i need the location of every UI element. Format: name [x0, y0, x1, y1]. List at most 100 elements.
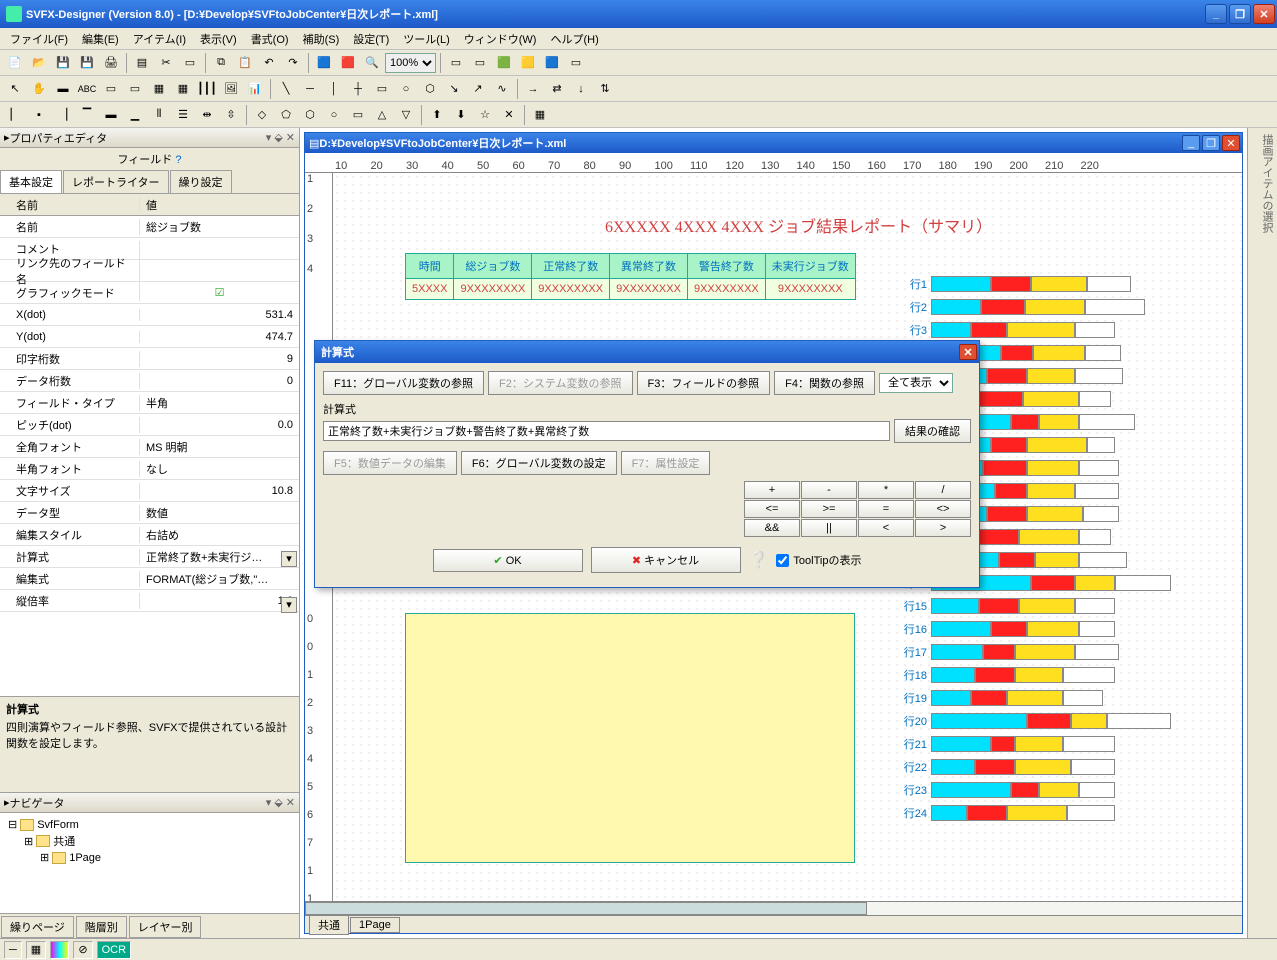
calc-button[interactable]: >=: [801, 500, 857, 518]
data-table[interactable]: 時間総ジョブ数正常終了数異常終了数警告終了数未実行ジョブ数5XXXX9XXXXX…: [405, 253, 856, 300]
prop-value[interactable]: 531.4: [140, 309, 299, 321]
doc4-icon[interactable]: 🟨: [517, 52, 539, 74]
barcode-icon[interactable]: ┃┃┃: [196, 78, 218, 100]
prop-value[interactable]: 正常終了数+未実行ジ…▾: [140, 549, 299, 565]
calc-button[interactable]: *: [858, 481, 914, 499]
menu-item[interactable]: ヘルプ(H): [544, 29, 604, 49]
prop-value[interactable]: 10.8: [140, 485, 299, 497]
prop-value[interactable]: MS 明朝: [140, 439, 299, 455]
vline-icon[interactable]: │: [323, 78, 345, 100]
tooltip-checkbox[interactable]: ToolTipの表示: [776, 552, 861, 568]
prop-value[interactable]: 1.0▾: [140, 595, 299, 607]
doc2-icon[interactable]: ▭: [469, 52, 491, 74]
palette-icon[interactable]: 🟦: [313, 52, 335, 74]
saveas-icon[interactable]: 💾: [76, 52, 98, 74]
arrowud-icon[interactable]: ⇅: [594, 78, 616, 100]
cross-icon[interactable]: ┼: [347, 78, 369, 100]
dialog-close-button[interactable]: ✕: [959, 344, 977, 360]
menu-item[interactable]: ファイル(F): [4, 29, 74, 49]
undo-icon[interactable]: ↶: [258, 52, 280, 74]
prop-value[interactable]: 総ジョブ数: [140, 219, 299, 235]
nav-tab[interactable]: 階層別: [76, 916, 127, 938]
shape3-icon[interactable]: ⬡: [299, 104, 321, 126]
prop-value[interactable]: 9: [140, 353, 299, 365]
cut-icon[interactable]: ✂: [155, 52, 177, 74]
x-icon[interactable]: ✕: [498, 104, 520, 126]
menu-item[interactable]: 編集(E): [76, 29, 125, 49]
shape1-icon[interactable]: ◇: [251, 104, 273, 126]
dist-h-icon[interactable]: ⫴: [148, 104, 170, 126]
expr-input[interactable]: [323, 421, 890, 441]
prop-value[interactable]: 0.0: [140, 419, 299, 431]
ok-button[interactable]: ✔ OK: [433, 549, 583, 572]
tree-node[interactable]: ⊞ 共通: [4, 832, 295, 850]
menu-item[interactable]: 補助(S): [297, 29, 346, 49]
menu-item[interactable]: 設定(T): [347, 29, 395, 49]
field-icon[interactable]: ▭: [100, 78, 122, 100]
doc-min-button[interactable]: _: [1182, 135, 1200, 151]
image-icon[interactable]: 🖼: [220, 78, 242, 100]
prop-value[interactable]: なし: [140, 461, 299, 477]
dist-v-icon[interactable]: ☰: [172, 104, 194, 126]
calc-button[interactable]: &&: [744, 519, 800, 537]
doc-tab[interactable]: 共通: [309, 915, 349, 935]
select-icon[interactable]: ↖: [4, 78, 26, 100]
maximize-button[interactable]: ❐: [1229, 4, 1251, 24]
shape2-icon[interactable]: ⬠: [275, 104, 297, 126]
cancel-button[interactable]: ✖ キャンセル: [591, 547, 741, 573]
hline-icon[interactable]: ─: [299, 78, 321, 100]
save-icon[interactable]: 💾: [52, 52, 74, 74]
rect-icon[interactable]: ▭: [124, 78, 146, 100]
samev-icon[interactable]: ⇳: [220, 104, 242, 126]
color-icon[interactable]: 🟥: [337, 52, 359, 74]
pane-close-icon[interactable]: ✕: [286, 132, 295, 144]
calc-button[interactable]: <: [858, 519, 914, 537]
nav-tab[interactable]: 繰りページ: [1, 916, 74, 938]
dlg-button[interactable]: F6：グローバル変数の設定: [461, 451, 617, 475]
shape7-icon[interactable]: ▽: [395, 104, 417, 126]
chart-icon[interactable]: 📊: [244, 78, 266, 100]
calc-button[interactable]: ||: [801, 519, 857, 537]
hand-icon[interactable]: ✋: [28, 78, 50, 100]
front-icon[interactable]: ⬆: [426, 104, 448, 126]
circle-icon[interactable]: ○: [395, 78, 417, 100]
menu-item[interactable]: ウィンドウ(W): [458, 29, 543, 49]
help-icon[interactable]: ❔: [749, 550, 769, 570]
calc-button[interactable]: >: [915, 519, 971, 537]
open-icon[interactable]: 📂: [28, 52, 50, 74]
misc-icon[interactable]: ▦: [529, 104, 551, 126]
doc3-icon[interactable]: 🟩: [493, 52, 515, 74]
arrow2-icon[interactable]: ↗: [467, 78, 489, 100]
prop-value[interactable]: 474.7: [140, 331, 299, 343]
nav-close-icon[interactable]: ✕: [286, 797, 295, 809]
doc-tab[interactable]: 1Page: [350, 917, 400, 933]
calc-button[interactable]: -: [801, 481, 857, 499]
text-icon[interactable]: ABC: [76, 78, 98, 100]
prop-tab[interactable]: レポートライター: [63, 170, 169, 193]
print-icon[interactable]: 🖨: [100, 52, 122, 74]
side-panel[interactable]: 描画アイテムの選択: [1247, 128, 1277, 938]
nav-pin-icon[interactable]: ⬙: [274, 797, 282, 809]
prop-value[interactable]: 右詰め: [140, 527, 299, 543]
calc-button[interactable]: +: [744, 481, 800, 499]
prop-tab[interactable]: 繰り設定: [170, 170, 232, 193]
hex-icon[interactable]: ⬡: [419, 78, 441, 100]
arrowr-icon[interactable]: →: [522, 78, 544, 100]
arrowl-icon[interactable]: ⇄: [546, 78, 568, 100]
align-b-icon[interactable]: ▁: [124, 104, 146, 126]
align-t-icon[interactable]: ▔: [76, 104, 98, 126]
zoom-icon[interactable]: 🔍: [361, 52, 383, 74]
pane-pin-icon[interactable]: ⬙: [274, 132, 282, 144]
arrowd-icon[interactable]: ↓: [570, 78, 592, 100]
sameh-icon[interactable]: ⇹: [196, 104, 218, 126]
shape6-icon[interactable]: △: [371, 104, 393, 126]
dlg-button[interactable]: F11：グローバル変数の参照: [323, 371, 484, 395]
filter-select[interactable]: 全て表示: [879, 373, 953, 393]
doc1-icon[interactable]: ▭: [445, 52, 467, 74]
nav-tab[interactable]: レイヤー別: [129, 916, 202, 938]
align-r-icon[interactable]: ▕: [52, 104, 74, 126]
doc-close-button[interactable]: ✕: [1222, 135, 1240, 151]
menu-item[interactable]: アイテム(I): [127, 29, 192, 49]
box-icon[interactable]: ▭: [371, 78, 393, 100]
back-icon[interactable]: ⬇: [450, 104, 472, 126]
